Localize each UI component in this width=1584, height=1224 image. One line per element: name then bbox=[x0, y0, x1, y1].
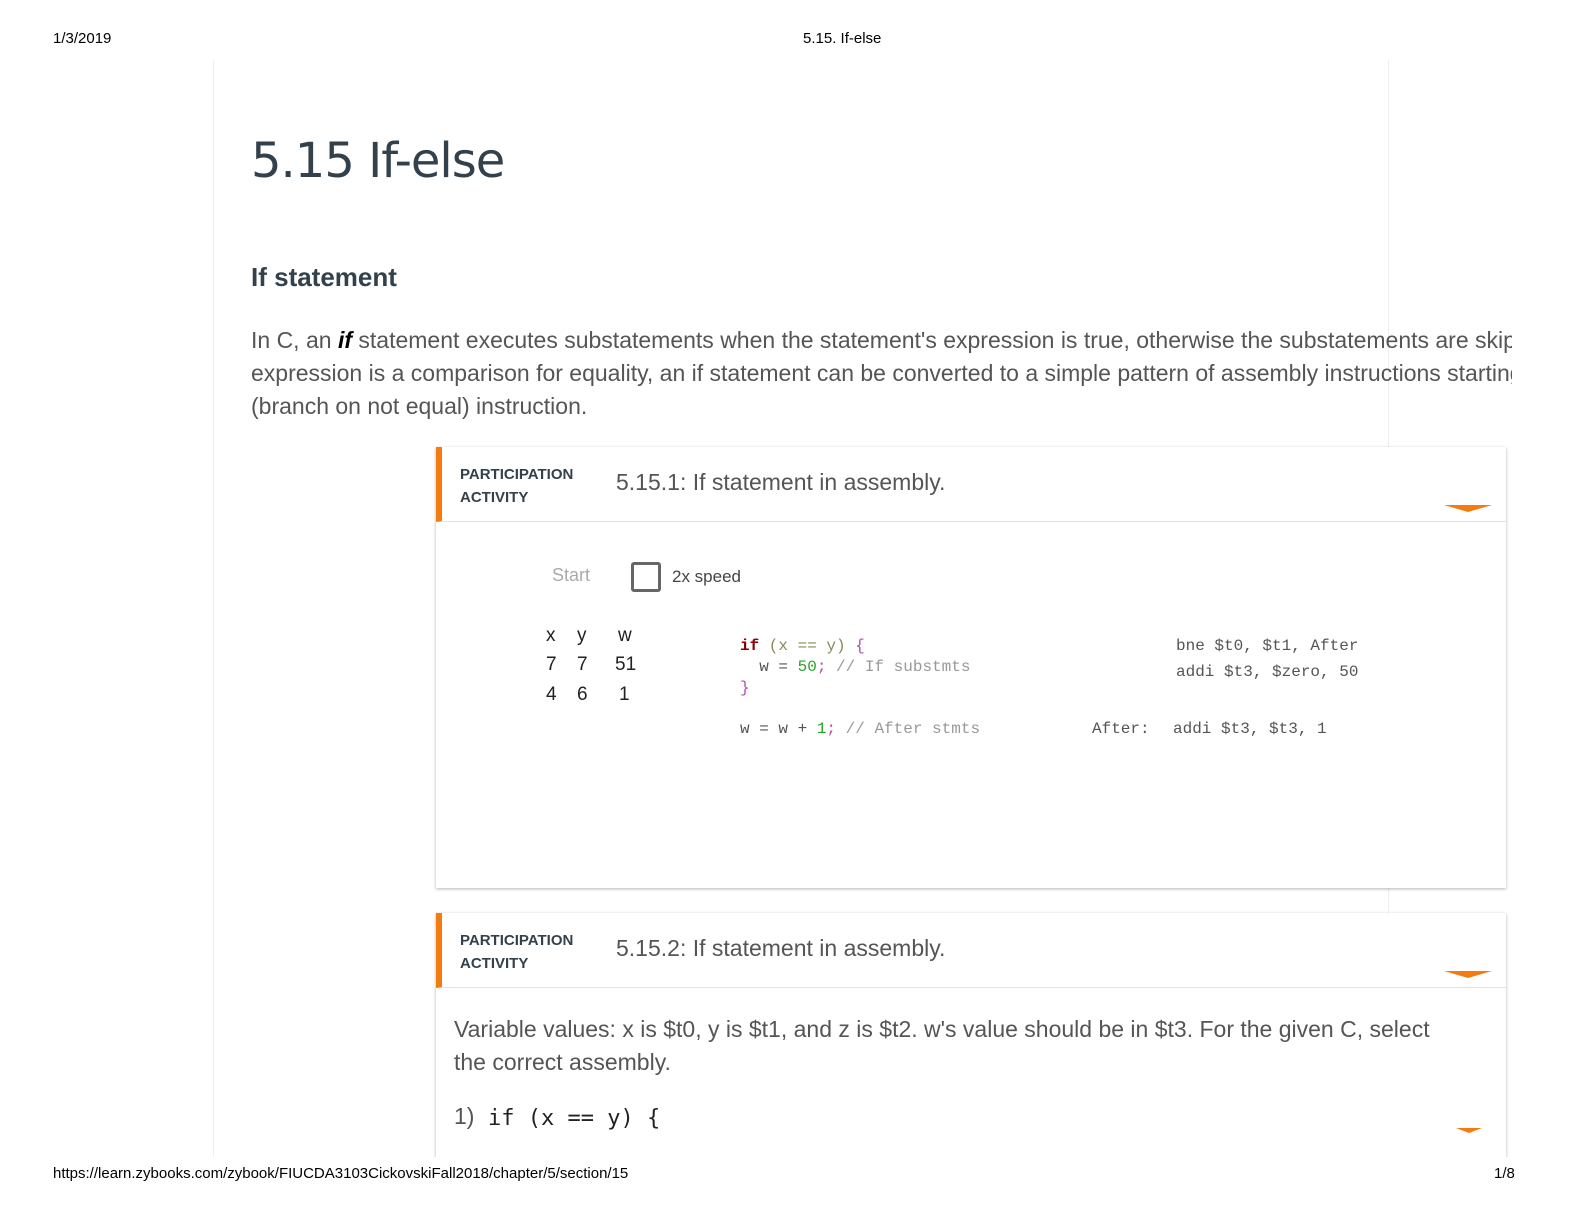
activity-title: 5.15.2: If statement in assembly. bbox=[616, 935, 946, 961]
asm-after-label: After: bbox=[1092, 720, 1150, 738]
section-heading: If statement bbox=[251, 262, 397, 292]
print-date: 1/3/2019 bbox=[53, 30, 112, 47]
intro-paragraph: In C, an if statement executes substatem… bbox=[251, 324, 1512, 423]
table-cell: 6 bbox=[577, 684, 588, 705]
speed-label: 2x speed bbox=[672, 567, 741, 586]
question-number: 1) bbox=[454, 1103, 475, 1129]
page-title: 5.15 If-else bbox=[251, 133, 505, 189]
collapse-arrow-icon[interactable] bbox=[1444, 971, 1492, 978]
asm-line-3: addi $t3, $t3, 1 bbox=[1173, 720, 1327, 738]
activity-header[interactable]: PARTICIPATION ACTIVITY 5.15.2: If stateme… bbox=[436, 913, 1506, 988]
c-code-after-line: w = w + 1; // After stmts bbox=[740, 720, 981, 738]
speed-checkbox[interactable] bbox=[631, 562, 661, 592]
c-code-if-line: if (x == y) { bbox=[740, 637, 865, 655]
if-keyword: if bbox=[337, 327, 352, 353]
var-header-y: y bbox=[577, 625, 587, 646]
table-cell: 51 bbox=[615, 654, 637, 675]
activity-header[interactable]: PARTICIPATION ACTIVITY 5.15.1: If stateme… bbox=[436, 447, 1506, 522]
print-title: 5.15. If-else bbox=[803, 30, 882, 47]
asm-line-1: bne $t0, $t1, After bbox=[1176, 637, 1359, 655]
participation-activity-2: PARTICIPATION ACTIVITY 5.15.2: If stateme… bbox=[436, 913, 1506, 1173]
activity-label: PARTICIPATION ACTIVITY bbox=[460, 932, 574, 972]
asm-line-2: addi $t3, $zero, 50 bbox=[1176, 663, 1359, 681]
question-code: if (x == y) { bbox=[488, 1106, 661, 1131]
print-url: https://learn.zybooks.com/zybook/FIUCDA3… bbox=[53, 1165, 629, 1182]
para-text: (branch on not equal) instruction. bbox=[251, 393, 588, 419]
collapse-arrow-icon[interactable] bbox=[1444, 505, 1492, 512]
table-cell: 1 bbox=[619, 684, 630, 705]
c-code-close-brace: } bbox=[740, 679, 750, 697]
var-header-w: w bbox=[618, 625, 632, 646]
c-code-body-line: w = 50; // If substmts bbox=[740, 658, 971, 676]
para-text: statement executes substatements when th… bbox=[358, 327, 1512, 353]
question-expand-icon[interactable] bbox=[1456, 1128, 1482, 1133]
table-cell: 7 bbox=[546, 654, 557, 675]
start-button[interactable]: Start bbox=[552, 565, 590, 586]
activity-instructions: Variable values: x is $t0, y is $t1, and… bbox=[454, 1016, 1430, 1075]
table-cell: 4 bbox=[546, 684, 557, 705]
para-text: expression is a comparison for equality,… bbox=[251, 360, 1512, 386]
activity-title: 5.15.1: If statement in assembly. bbox=[616, 469, 946, 495]
print-page-number: 1/8 bbox=[1494, 1165, 1515, 1182]
var-header-x: x bbox=[546, 625, 556, 646]
activity-label: PARTICIPATION ACTIVITY bbox=[460, 466, 574, 506]
participation-activity-1: PARTICIPATION ACTIVITY 5.15.1: If stateme… bbox=[436, 447, 1506, 888]
para-text: In C, an bbox=[251, 327, 338, 353]
table-cell: 7 bbox=[577, 654, 588, 675]
